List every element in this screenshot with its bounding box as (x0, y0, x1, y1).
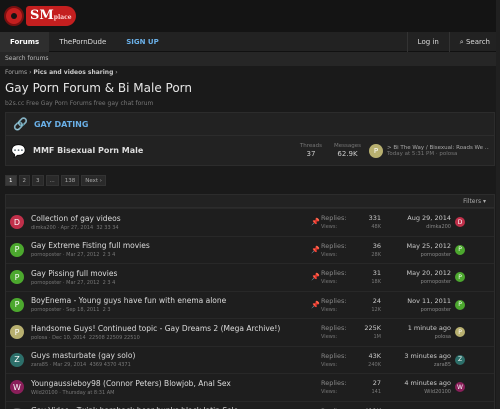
thread-title[interactable]: Gay Pissing full movies (31, 269, 311, 278)
gay-dating-link[interactable]: 🔗 GAY DATING (5, 112, 495, 136)
page-3[interactable]: 3 (32, 175, 44, 186)
page-ellipsis[interactable]: ... (45, 175, 59, 186)
thread-title[interactable]: Handsome Guys! Continued topic - Gay Dre… (31, 324, 311, 333)
subforum-title[interactable]: MMF Bisexual Porn Male (33, 146, 143, 155)
nav-theporndude[interactable]: ThePornDude (49, 32, 116, 52)
subforum-node: 💬 MMF Bisexual Porn Male Threads 37 Mess… (5, 136, 495, 166)
thread-row[interactable]: W Youngaussieboy98 (Connor Peters) Blowj… (6, 373, 494, 401)
page-scrollbar[interactable] (496, 0, 500, 409)
search-icon: ⌕ (459, 37, 464, 46)
logo-text: SMplace (26, 6, 76, 26)
thread-stats: Replies: Views: 31 18K (321, 269, 381, 286)
thread-meta: pornoposter · Sep 18, 2011 2 3 (31, 307, 111, 314)
site-header: SMplace (0, 0, 500, 32)
avatar[interactable]: W (10, 380, 24, 395)
thread-row[interactable]: P Handsome Guys! Continued topic - Gay D… (6, 318, 494, 346)
thread-title[interactable]: Youngaussieboy98 (Connor Peters) Blowjob… (31, 379, 311, 388)
avatar[interactable]: P (10, 242, 24, 257)
breadcrumb-forums[interactable]: Forums (5, 69, 27, 76)
filters-button[interactable]: Filters ▾ (463, 198, 486, 205)
thread-last-post[interactable]: Aug 29, 2014 dimka200 (381, 214, 451, 230)
avatar[interactable]: P (455, 299, 465, 310)
pin-icon: 📌 (311, 300, 320, 309)
thread-last-post[interactable]: 3 minutes ago zara85 (381, 352, 451, 368)
thread-title[interactable]: Gay Extreme Fisting full movies (31, 241, 311, 250)
pagination: 1 2 3 ... 138 Next › (0, 166, 500, 186)
search-forums-link[interactable]: Search forums (5, 55, 49, 62)
thread-meta: pornoposter · Mar 27, 2012 2 3 4 (31, 279, 116, 286)
page-description: b2s.cc Free Gay Porn Forums free gay cha… (5, 100, 154, 107)
avatar[interactable]: P (369, 143, 383, 158)
thread-stats: Replies: Views: 331 48K (321, 214, 381, 231)
pin-icon: 📌 (311, 218, 320, 227)
thread-last-post[interactable]: May 25, 2012 pornoposter (381, 242, 451, 258)
thread-title[interactable]: Collection of gay videos (31, 214, 311, 223)
thread-row[interactable]: D Collection of gay videos dimka200 · Ap… (6, 208, 494, 236)
thread-last-post[interactable]: May 20, 2012 pornoposter (381, 269, 451, 285)
page-2[interactable]: 2 (18, 175, 30, 186)
thread-row[interactable]: P BoyEnema - Young guys have fun with en… (6, 290, 494, 319)
chat-bubbles-icon: 💬 (11, 143, 26, 158)
thread-stats: Replies: Views: 36 28K (321, 241, 381, 258)
site-logo[interactable]: SMplace (4, 6, 76, 26)
thread-row[interactable]: P Gay Pissing full movies pornoposter · … (6, 263, 494, 291)
pin-icon: 📌 (311, 273, 320, 282)
next-page-button[interactable]: Next › (81, 175, 107, 186)
thread-stats: Replies: Views: 225K 1M (321, 324, 381, 341)
avatar[interactable]: D (10, 215, 24, 230)
thread-stats: Replies: Views: 24 12K (321, 296, 381, 313)
thread-last-post[interactable]: 1 minute ago polosa (381, 324, 451, 340)
page-138[interactable]: 138 (60, 175, 80, 186)
thread-meta: Wild20100 · Thursday at 8:31 AM (31, 389, 115, 396)
thread-last-post[interactable]: Nov 11, 2011 pornoposter (381, 297, 451, 313)
thread-row[interactable]: Gay Video - Twink bareback bear hunks bl… (6, 400, 494, 409)
breadcrumb-pics-videos[interactable]: Pics and videos sharing (33, 69, 113, 76)
avatar[interactable]: P (10, 297, 24, 312)
avatar[interactable]: P (455, 244, 465, 255)
avatar[interactable]: P (10, 270, 24, 285)
avatar[interactable]: Z (10, 352, 24, 367)
thread-meta: zara85 · Mar 29, 2014 4369 4370 4371 (31, 362, 131, 369)
filters-bar: Filters ▾ (5, 194, 495, 208)
threads-stat: Threads 37 (299, 143, 323, 158)
link-icon: 🔗 (13, 117, 28, 131)
thread-title[interactable]: BoyEnema - Young guys have fun with enem… (31, 296, 311, 305)
pin-icon: 📌 (311, 245, 320, 254)
thread-meta: dimka200 · Apr 27, 2014 32 33 34 (31, 224, 119, 231)
thread-stats: Replies: Views: 27 141 (321, 379, 381, 396)
nav-signup[interactable]: SIGN UP (116, 32, 169, 52)
thread-last-post[interactable]: 4 minutes ago Wild20100 (381, 379, 451, 395)
avatar[interactable]: D (455, 217, 465, 228)
thread-stats: Replies: Views: 43K 240K (321, 351, 381, 368)
page-1[interactable]: 1 (5, 175, 17, 186)
avatar[interactable]: Z (455, 354, 465, 365)
nav-forums[interactable]: Forums (0, 31, 50, 52)
avatar[interactable]: P (10, 325, 24, 340)
thread-meta: pornoposter · Mar 27, 2012 2 3 4 (31, 252, 116, 259)
thread-title[interactable]: Guys masturbate (gay solo) (31, 351, 311, 360)
main-nav: Forums ThePornDude SIGN UP Log in ⌕ Sear… (0, 31, 500, 52)
breadcrumb: Forums › Pics and videos sharing › (5, 69, 118, 76)
avatar[interactable]: P (455, 272, 465, 283)
thread-meta: polosa · Dec 10, 2014 22508 22509 22510 (31, 334, 140, 341)
thread-list: D Collection of gay videos dimka200 · Ap… (5, 208, 495, 409)
search-button[interactable]: ⌕ Search (448, 31, 500, 52)
messages-stat: Messages 62.9K (334, 143, 361, 158)
subnav: Search forums (0, 52, 500, 66)
thread-row[interactable]: Z Guys masturbate (gay solo) zara85 · Ma… (6, 345, 494, 374)
login-button[interactable]: Log in (406, 31, 449, 52)
avatar[interactable]: P (455, 327, 465, 338)
logo-mark-icon (4, 6, 24, 26)
avatar[interactable]: W (455, 382, 465, 393)
node-last-post[interactable]: P > Bi The Way / Bisexual: Roads We ... … (369, 143, 489, 158)
thread-row[interactable]: P Gay Extreme Fisting full movies pornop… (6, 235, 494, 264)
page-title: Gay Porn Forum & Bi Male Porn (5, 81, 192, 95)
